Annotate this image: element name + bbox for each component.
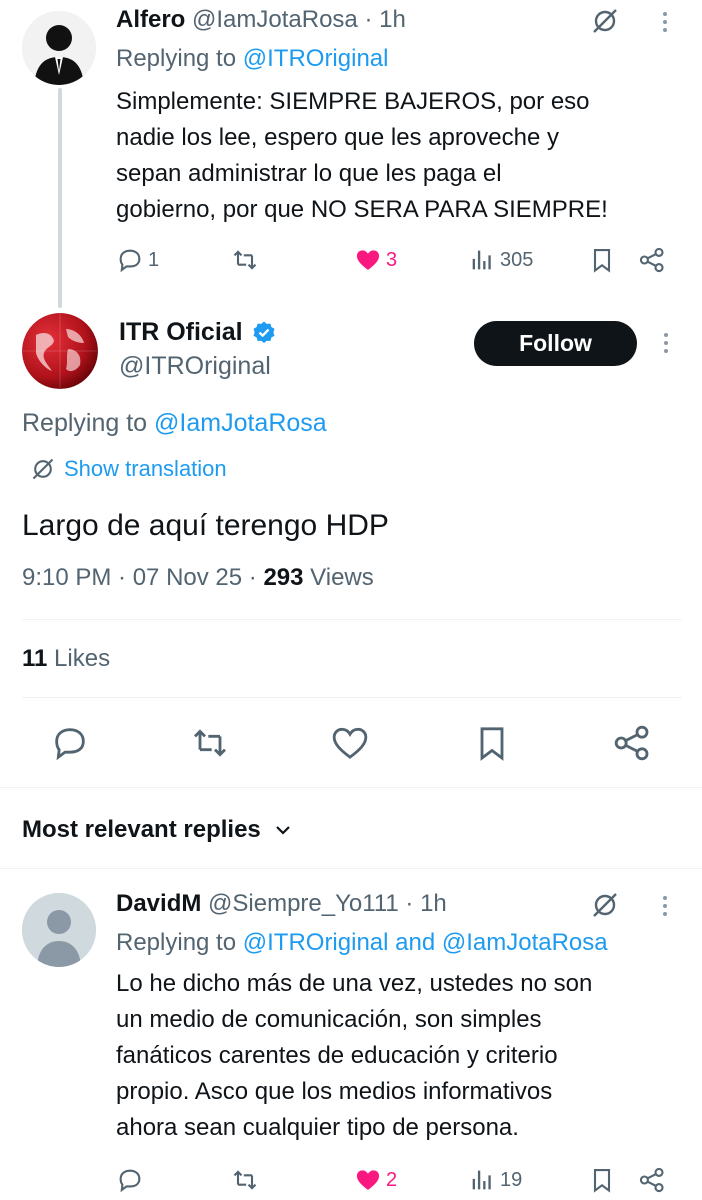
reply2-reply-button[interactable] [116,1166,144,1194]
reply1-bookmark-button[interactable] [588,246,616,274]
bookmark-icon [593,1169,611,1193]
repost-icon [233,250,257,270]
views-icon [472,250,491,270]
grok-translate-icon [32,458,54,480]
reply1-view-count: 305 [500,248,534,271]
reply2-like-count: 2 [386,1168,398,1191]
repost-icon [193,729,227,757]
avatar-itr-oficial[interactable] [22,313,98,389]
reply2-share-button[interactable] [638,1166,666,1194]
share-icon [639,1167,664,1193]
thread-connector-line [58,88,62,308]
avatar-alfero[interactable] [22,11,96,85]
share-icon [639,247,664,273]
reply1-share-button[interactable] [638,246,666,274]
divider [22,697,682,698]
main-likes-row[interactable]: 11 Likes [22,645,110,673]
main-bookmark-button[interactable] [472,723,512,763]
follow-button[interactable]: Follow [474,321,637,366]
reply-icon [119,1169,141,1193]
reply2-header: DavidM @Siempre_Yo111 · 1h [116,890,447,918]
reply1-repost-button[interactable] [231,246,259,274]
reply1-text: Simplemente: SIEMPRE BAJEROS, por eso na… [116,88,608,223]
main-more-icon[interactable] [663,333,669,357]
bookmark-icon [480,727,504,761]
grok-icon[interactable] [590,6,620,41]
reply2-replying-to: Replying to @ITROriginal and @IamJotaRos… [116,929,608,956]
reply-icon [55,728,85,761]
reply2-bookmark-button[interactable] [588,1166,616,1194]
reply1-reply-button[interactable]: 1 [116,246,159,274]
reply1-like-count: 3 [386,248,398,271]
replies-sort-dropdown[interactable]: Most relevant replies [22,816,293,844]
heart-filled-icon [356,250,380,270]
reply2-handle[interactable]: @Siempre_Yo111 [208,890,399,917]
main-replying-to: Replying to @IamJotaRosa [22,409,327,437]
main-author-handle[interactable]: @ITROriginal [119,352,271,381]
main-mention[interactable]: @IamJotaRosa [154,409,327,437]
reply2-text: Lo he dicho más de una vez, ustedes no s… [116,970,593,1141]
chevron-down-icon [275,826,290,835]
replies-sort-label: Most relevant replies [22,816,261,843]
reply2-view-count: 19 [500,1168,523,1191]
reply-icon [119,249,141,273]
reply2-time: · 1h [405,890,447,917]
reply2-repost-button[interactable] [231,1166,259,1194]
reply1-name[interactable]: Alfero [116,6,185,33]
main-author-name[interactable]: ITR Oficial [119,318,243,347]
show-translation-link[interactable]: Show translation [30,456,227,482]
reply1-header: Alfero @IamJotaRosa · 1h [116,6,406,34]
reply1-time: · 1h [364,6,406,33]
reply2-views-button[interactable]: 19 [468,1166,522,1194]
main-share-button[interactable] [612,723,652,763]
heart-icon [332,727,368,759]
grok-icon[interactable] [590,890,620,925]
main-timestamp-row: 9:10 PM · 07 Nov 25 · 293 Views [22,564,374,591]
divider [0,787,702,788]
reply1-reply-count: 1 [148,248,160,271]
main-views-count: 293 [263,564,304,591]
share-icon [614,725,649,761]
reply1-views-button[interactable]: 305 [468,246,533,274]
reply2-like-button[interactable]: 2 [354,1166,397,1194]
divider [0,868,702,869]
main-like-button[interactable] [330,723,370,763]
views-icon [472,1170,491,1190]
main-likes-count: 11 [22,645,48,672]
reply1-mention[interactable]: @ITROriginal [243,45,389,72]
main-author-name-row: ITR Oficial [119,318,277,347]
main-tweet-text: Largo de aquí terengo HDP [22,509,389,542]
bookmark-icon [593,249,611,273]
reply2-name[interactable]: DavidM [116,890,201,917]
repost-icon [233,1170,257,1190]
avatar-davidm[interactable] [22,893,96,967]
reply1-more-icon[interactable] [662,12,668,36]
divider [22,619,682,620]
main-repost-button[interactable] [190,723,230,763]
reply1-replying-to: Replying to @ITROriginal [116,45,389,72]
reply2-more-icon[interactable] [662,896,668,920]
reply2-mentions[interactable]: @ITROriginal and @IamJotaRosa [243,929,608,956]
verified-badge-icon [253,321,275,343]
reply1-like-button[interactable]: 3 [354,246,397,274]
heart-filled-icon [356,1170,380,1190]
main-timestamp[interactable]: 9:10 PM · 07 Nov 25 · [22,564,263,591]
main-reply-button[interactable] [50,723,90,763]
reply1-handle[interactable]: @IamJotaRosa [192,6,358,33]
